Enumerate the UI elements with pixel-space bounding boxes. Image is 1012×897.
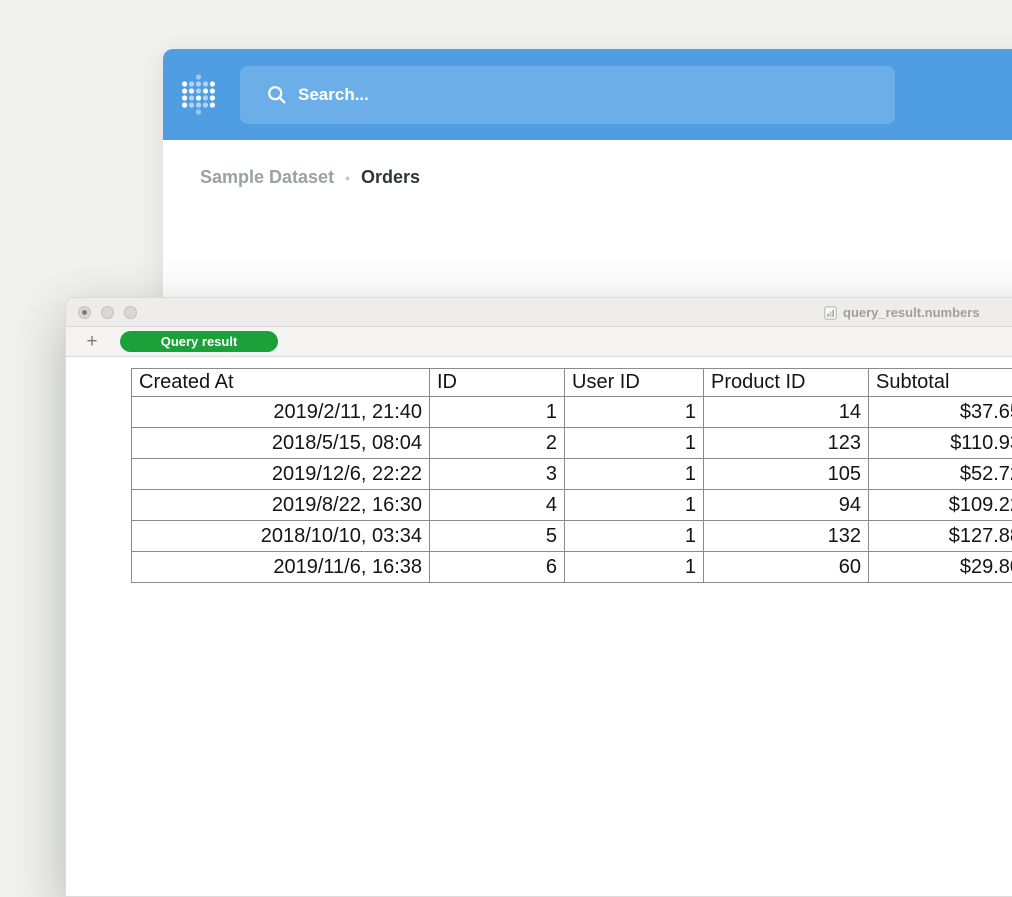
header-cell[interactable]: Subtotal bbox=[869, 369, 1012, 397]
header-cell[interactable]: Product ID bbox=[704, 369, 869, 397]
cell[interactable]: 6 bbox=[430, 552, 565, 583]
search-bar[interactable] bbox=[240, 66, 895, 124]
cell[interactable]: $127.88 bbox=[869, 521, 1012, 552]
cell[interactable]: 5 bbox=[430, 521, 565, 552]
cell[interactable]: $29.80 bbox=[869, 552, 1012, 583]
numbers-document-icon bbox=[824, 306, 837, 320]
breadcrumb-table[interactable]: Orders bbox=[361, 167, 420, 188]
header-cell[interactable]: User ID bbox=[565, 369, 704, 397]
add-sheet-button[interactable]: + bbox=[80, 330, 104, 354]
header-cell[interactable]: Created At bbox=[132, 369, 430, 397]
window-title-text: query_result.numbers bbox=[843, 305, 980, 320]
cell[interactable]: 2 bbox=[430, 428, 565, 459]
breadcrumb: Sample Dataset • Orders bbox=[200, 167, 420, 188]
table-header-row: Created At ID User ID Product ID Subtota… bbox=[132, 369, 1012, 397]
breadcrumb-database[interactable]: Sample Dataset bbox=[200, 167, 334, 188]
cell[interactable]: 2019/8/22, 16:30 bbox=[132, 490, 430, 521]
header-cell[interactable]: ID bbox=[430, 369, 565, 397]
cell[interactable]: 1 bbox=[430, 397, 565, 428]
cell[interactable]: 1 bbox=[565, 521, 704, 552]
cell[interactable]: 4 bbox=[430, 490, 565, 521]
sheet-canvas: Created At ID User ID Product ID Subtota… bbox=[66, 357, 1012, 897]
table-row: 2019/11/6, 16:38 6 1 60 $29.80 bbox=[132, 552, 1012, 583]
cell[interactable]: 14 bbox=[704, 397, 869, 428]
table-row: 2018/10/10, 03:34 5 1 132 $127.88 bbox=[132, 521, 1012, 552]
table-row: 2019/2/11, 21:40 1 1 14 $37.65 bbox=[132, 397, 1012, 428]
cell[interactable]: 94 bbox=[704, 490, 869, 521]
minimize-button[interactable] bbox=[101, 306, 114, 319]
cell[interactable]: 1 bbox=[565, 459, 704, 490]
table-row: 2019/8/22, 16:30 4 1 94 $109.22 bbox=[132, 490, 1012, 521]
cell[interactable]: 1 bbox=[565, 397, 704, 428]
sheet-tabbar: + Query result bbox=[66, 327, 1012, 357]
cell[interactable]: 1 bbox=[565, 552, 704, 583]
numbers-window: query_result.numbers + Query result Crea… bbox=[65, 297, 1012, 897]
cell[interactable]: 2018/10/10, 03:34 bbox=[132, 521, 430, 552]
search-input[interactable] bbox=[298, 85, 838, 105]
cell[interactable]: $37.65 bbox=[869, 397, 1012, 428]
tab-query-result[interactable]: Query result bbox=[120, 331, 278, 352]
cell[interactable]: 123 bbox=[704, 428, 869, 459]
breadcrumb-separator: • bbox=[345, 170, 350, 186]
close-button[interactable] bbox=[78, 306, 91, 319]
cell[interactable]: $52.72 bbox=[869, 459, 1012, 490]
cell[interactable]: 1 bbox=[565, 428, 704, 459]
zoom-button[interactable] bbox=[124, 306, 137, 319]
cell[interactable]: 1 bbox=[565, 490, 704, 521]
desktop: { "colors": { "background": "#f1f1ef", "… bbox=[0, 0, 1012, 570]
cell[interactable]: 132 bbox=[704, 521, 869, 552]
cell[interactable]: 60 bbox=[704, 552, 869, 583]
cell[interactable]: 3 bbox=[430, 459, 565, 490]
metabase-header bbox=[163, 49, 1012, 140]
metabase-logo bbox=[182, 74, 215, 116]
cell[interactable]: $110.93 bbox=[869, 428, 1012, 459]
spreadsheet-table: Created At ID User ID Product ID Subtota… bbox=[131, 368, 1012, 583]
search-icon bbox=[267, 85, 287, 105]
cell[interactable]: 2019/2/11, 21:40 bbox=[132, 397, 430, 428]
cell[interactable]: $109.22 bbox=[869, 490, 1012, 521]
table-row: 2018/5/15, 08:04 2 1 123 $110.93 bbox=[132, 428, 1012, 459]
window-title: query_result.numbers bbox=[824, 298, 980, 327]
cell[interactable]: 2019/11/6, 16:38 bbox=[132, 552, 430, 583]
cell[interactable]: 105 bbox=[704, 459, 869, 490]
unsaved-dot bbox=[82, 310, 87, 315]
table-row: 2019/12/6, 22:22 3 1 105 $52.72 bbox=[132, 459, 1012, 490]
cell[interactable]: 2019/12/6, 22:22 bbox=[132, 459, 430, 490]
cell[interactable]: 2018/5/15, 08:04 bbox=[132, 428, 430, 459]
window-titlebar[interactable]: query_result.numbers bbox=[66, 298, 1012, 327]
